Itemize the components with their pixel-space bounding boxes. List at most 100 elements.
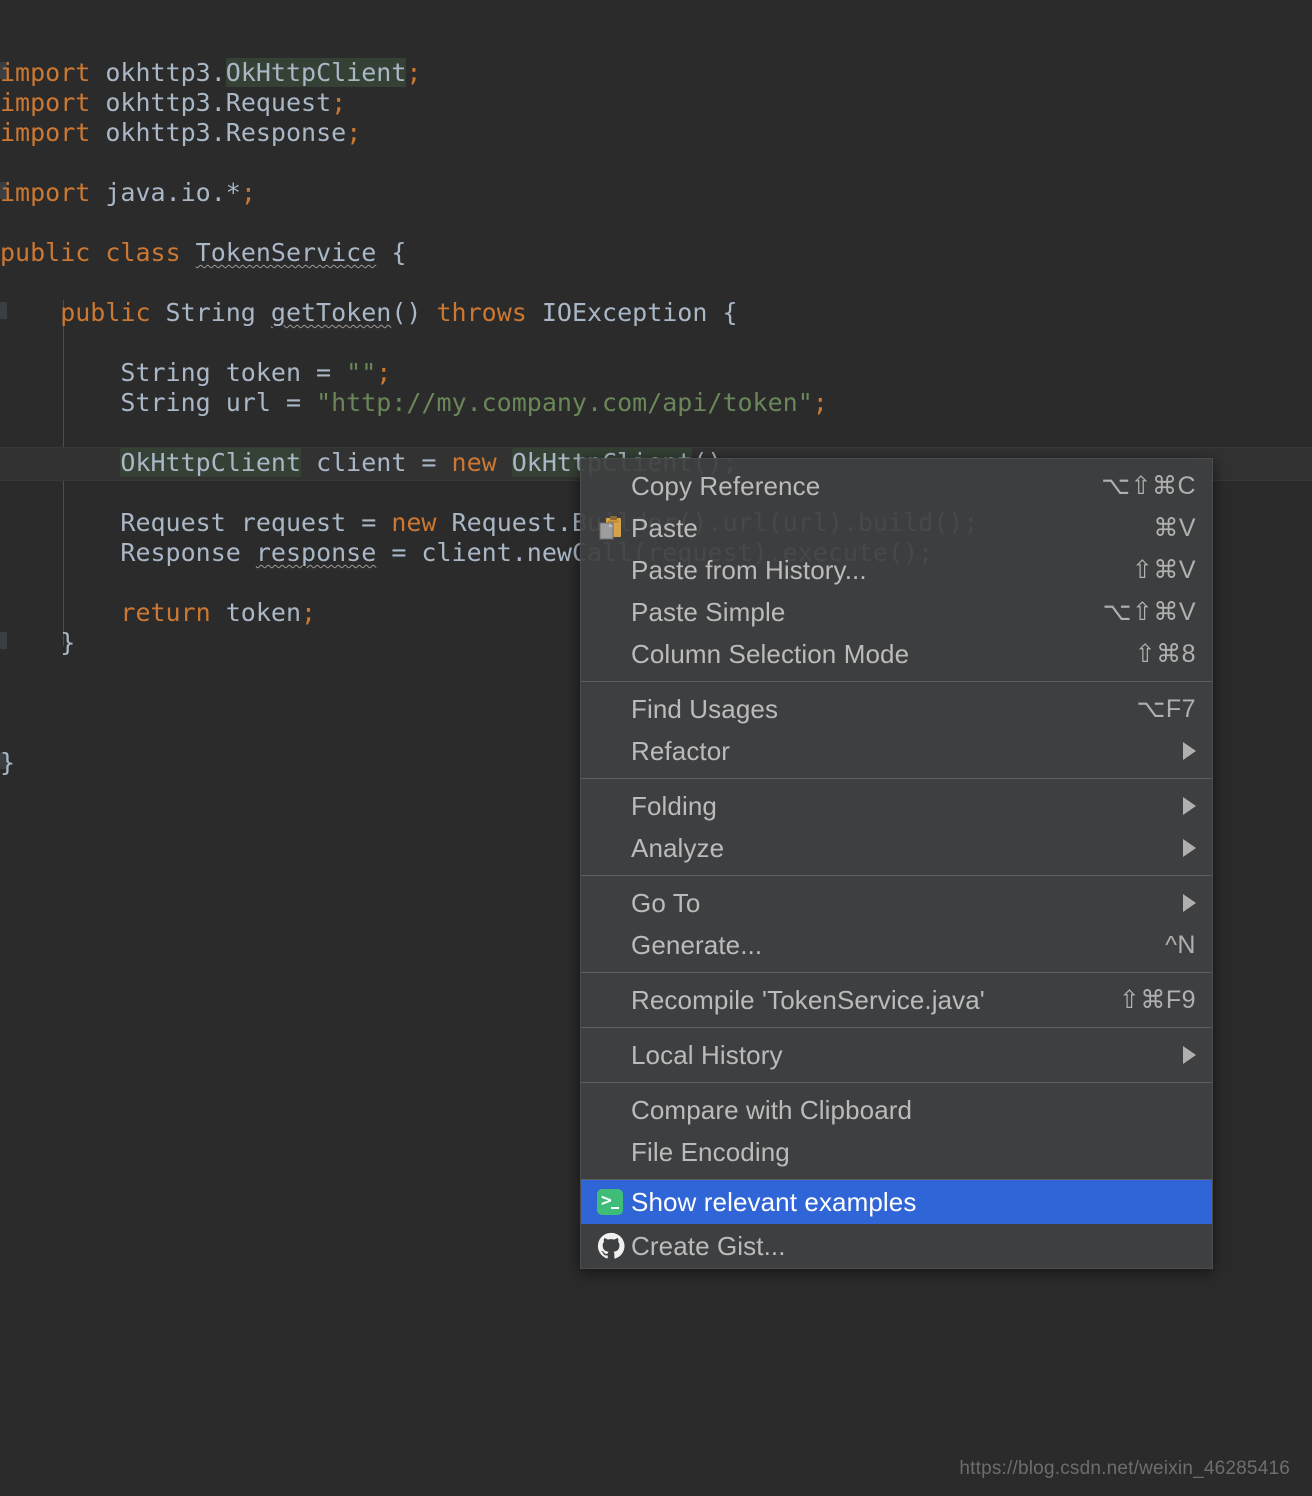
- code-token: java.io.*: [105, 178, 241, 207]
- menu-item-show-relevant-examples[interactable]: Show relevant examples: [581, 1180, 1212, 1224]
- menu-icon-placeholder: [597, 791, 631, 821]
- submenu-arrow-icon: [1183, 894, 1196, 912]
- menu-item-paste-from-history[interactable]: Paste from History... ⇧⌘V: [581, 549, 1212, 591]
- menu-icon-placeholder: [597, 888, 631, 918]
- menu-item-label: Generate...: [631, 929, 763, 960]
- terminal-icon: [597, 1187, 631, 1217]
- menu-icon-placeholder: [597, 555, 631, 585]
- code-token: client =: [301, 448, 452, 477]
- code-token: Request request =: [120, 508, 392, 537]
- code-token: new: [391, 508, 452, 537]
- screenshot-root: import okhttp3.OkHttpClient; import okhtt…: [0, 0, 1312, 1496]
- menu-item-refactor[interactable]: Refactor: [581, 730, 1212, 772]
- code-token: Response: [120, 538, 256, 567]
- code-line: }: [60, 628, 75, 658]
- menu-group: Local History: [581, 1027, 1212, 1082]
- menu-item-label: Show relevant examples: [631, 1186, 917, 1217]
- code-token: ;: [812, 388, 828, 417]
- menu-icon-placeholder: [597, 833, 631, 863]
- menu-item-create-gist[interactable]: Create Gist...: [581, 1224, 1212, 1268]
- code-line: String url = "http://my.company.com/api/…: [120, 388, 827, 418]
- code-line: public String getToken() throws IOExcept…: [60, 298, 737, 328]
- menu-group: Find Usages ⌥F7 Refactor: [581, 681, 1212, 778]
- menu-item-shortcut: ^N: [1165, 930, 1196, 959]
- clipboard-icon: [597, 513, 631, 543]
- menu-item-go-to[interactable]: Go To: [581, 882, 1212, 924]
- code-line: import okhttp3.OkHttpClient;: [0, 58, 421, 88]
- menu-icon-placeholder: [597, 930, 631, 960]
- menu-item-local-history[interactable]: Local History: [581, 1034, 1212, 1076]
- code-token: "": [346, 358, 377, 387]
- menu-item-recompile-tokenservice-java[interactable]: Recompile 'TokenService.java' ⇧⌘F9: [581, 979, 1212, 1021]
- menu-item-shortcut: ⌥F7: [1136, 695, 1196, 723]
- code-line: public class TokenService {: [0, 238, 406, 268]
- menu-group: Copy Reference ⌥⇧⌘C Paste ⌘V Paste from Hist…: [581, 459, 1212, 681]
- code-line: return token;: [120, 598, 316, 628]
- menu-item-label: Analyze: [631, 832, 725, 863]
- menu-icon-placeholder: [597, 597, 631, 627]
- code-token: import: [0, 118, 106, 147]
- menu-icon-placeholder: [597, 1137, 631, 1167]
- code-token: import: [0, 178, 106, 207]
- watermark: https://blog.csdn.net/weixin_46285416: [959, 1458, 1290, 1479]
- code-token: import: [0, 58, 106, 87]
- code-line: import okhttp3.Request;: [0, 88, 346, 118]
- code-token: public: [60, 298, 166, 327]
- fold-marker-class[interactable]: [0, 302, 7, 319]
- menu-item-copy-reference[interactable]: Copy Reference ⌥⇧⌘C: [581, 465, 1212, 507]
- code-token: ;: [346, 118, 362, 147]
- menu-item-compare-with-clipboard[interactable]: Compare with Clipboard: [581, 1089, 1212, 1131]
- menu-item-find-usages[interactable]: Find Usages ⌥F7: [581, 688, 1212, 730]
- menu-item-shortcut: ⌘V: [1153, 514, 1196, 542]
- menu-item-file-encoding[interactable]: File Encoding: [581, 1131, 1212, 1173]
- code-token: ;: [406, 58, 422, 87]
- editor-context-menu[interactable]: Copy Reference ⌥⇧⌘C Paste ⌘V Paste from Hist…: [580, 458, 1213, 1269]
- code-token: ;: [301, 598, 317, 627]
- menu-item-label: Folding: [631, 790, 717, 821]
- menu-item-label: Refactor: [631, 735, 731, 766]
- menu-item-paste[interactable]: Paste ⌘V: [581, 507, 1212, 549]
- menu-item-label: Compare with Clipboard: [631, 1094, 913, 1125]
- menu-icon-placeholder: [597, 471, 631, 501]
- code-token: ;: [331, 88, 347, 117]
- menu-item-shortcut: ⇧⌘8: [1134, 640, 1196, 668]
- code-token: OkHttpClient: [120, 448, 302, 477]
- code-line: String token = "";: [120, 358, 391, 388]
- code-token: ;: [240, 178, 256, 207]
- menu-icon-placeholder: [597, 985, 631, 1015]
- menu-item-paste-simple[interactable]: Paste Simple ⌥⇧⌘V: [581, 591, 1212, 633]
- submenu-arrow-icon: [1183, 797, 1196, 815]
- code-token: okhttp3.Response: [105, 118, 347, 147]
- menu-item-generate[interactable]: Generate... ^N: [581, 924, 1212, 966]
- code-token: String: [165, 298, 271, 327]
- menu-icon-placeholder: [597, 736, 631, 766]
- menu-item-label: Column Selection Mode: [631, 638, 910, 669]
- code-token: {: [376, 238, 407, 267]
- github-icon: [597, 1231, 631, 1261]
- menu-item-label: Paste: [631, 512, 698, 543]
- menu-group: Show relevant examples Create Gist...: [581, 1179, 1212, 1268]
- menu-item-folding[interactable]: Folding: [581, 785, 1212, 827]
- code-token: okhttp3.Request: [105, 88, 332, 117]
- code-line: import okhttp3.Response;: [0, 118, 361, 148]
- menu-group: Folding Analyze: [581, 778, 1212, 875]
- code-token: token: [225, 598, 302, 627]
- code-token: okhttp3.: [105, 58, 226, 87]
- menu-item-label: Paste Simple: [631, 596, 786, 627]
- terminal-glyph: [597, 1188, 623, 1215]
- fold-marker-method-end[interactable]: [0, 632, 7, 649]
- menu-item-label: Paste from History...: [631, 554, 867, 585]
- menu-item-analyze[interactable]: Analyze: [581, 827, 1212, 869]
- menu-group: Compare with Clipboard File Encoding: [581, 1082, 1212, 1179]
- menu-group: Go To Generate... ^N: [581, 875, 1212, 972]
- code-token: throws: [436, 298, 542, 327]
- code-token: import: [0, 88, 106, 117]
- menu-group: Recompile 'TokenService.java' ⇧⌘F9: [581, 972, 1212, 1027]
- menu-item-label: Copy Reference: [631, 470, 821, 501]
- menu-item-shortcut: ⌥⇧⌘C: [1101, 472, 1196, 500]
- code-token: return: [120, 598, 226, 627]
- menu-icon-placeholder: [597, 1040, 631, 1070]
- menu-item-column-selection-mode[interactable]: Column Selection Mode ⇧⌘8: [581, 633, 1212, 675]
- code-token: new: [451, 448, 512, 477]
- code-token: (): [391, 298, 437, 327]
